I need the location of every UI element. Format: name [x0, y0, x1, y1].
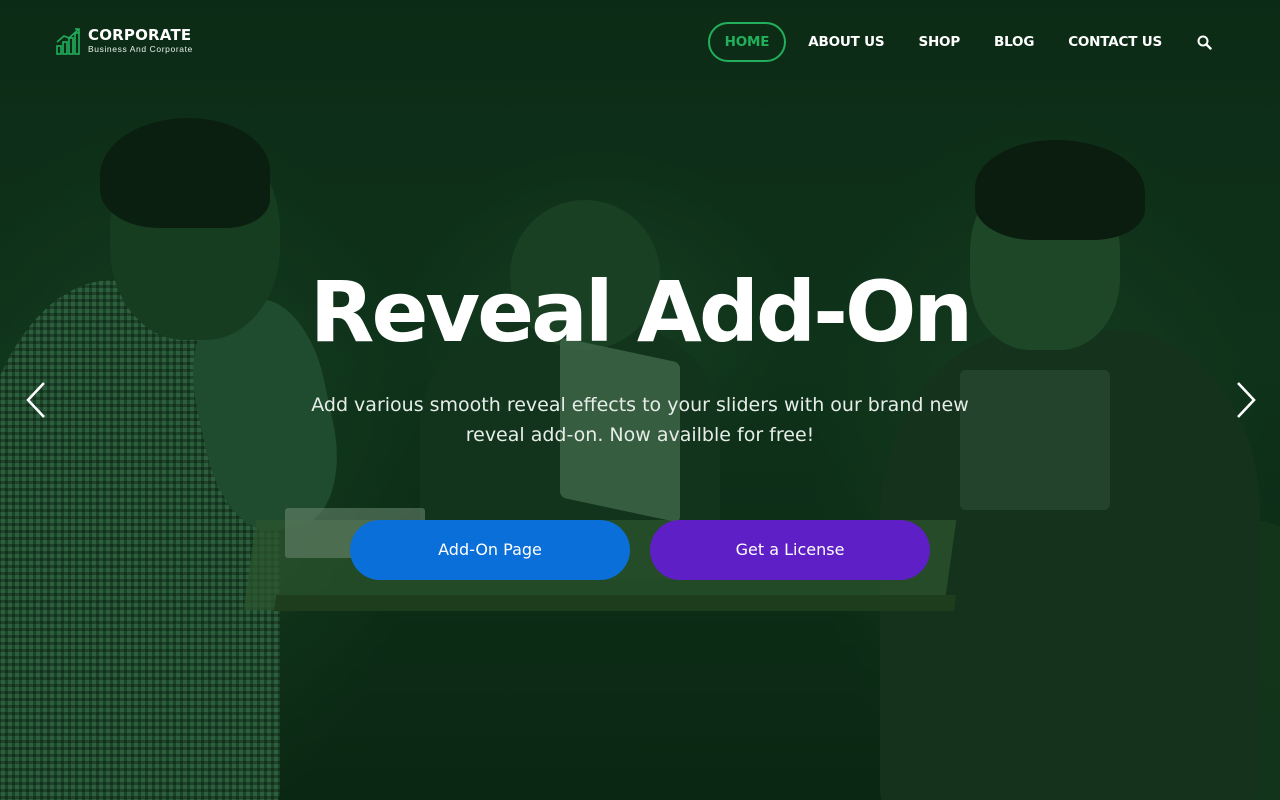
- nav-item-shop[interactable]: SHOP: [902, 22, 976, 62]
- slider-next-button[interactable]: [1226, 380, 1266, 420]
- main-nav: HOME ABOUT US SHOP BLOG CONTACT US: [706, 22, 1222, 62]
- nav-item-contact-us[interactable]: CONTACT US: [1052, 22, 1178, 62]
- bar-chart-logo-icon: [56, 28, 80, 55]
- get-license-button[interactable]: Get a License: [650, 520, 930, 580]
- nav-item-blog[interactable]: BLOG: [978, 22, 1050, 62]
- hero-headline: Reveal Add-On: [309, 263, 973, 361]
- chevron-right-icon: [1237, 382, 1256, 418]
- nav-item-home[interactable]: HOME: [707, 22, 787, 62]
- add-on-page-button[interactable]: Add-On Page: [350, 520, 630, 580]
- hero-subtitle: Add various smooth reveal effects to you…: [311, 394, 969, 446]
- slider-prev-button[interactable]: [16, 380, 56, 420]
- nav-item-about-us[interactable]: ABOUT US: [792, 22, 900, 62]
- brand-tagline: Business And Corporate: [88, 44, 193, 55]
- brand-logo[interactable]: CORPORATE Business And Corporate: [56, 26, 193, 56]
- search-button[interactable]: [1186, 22, 1222, 62]
- chevron-left-icon: [26, 382, 45, 418]
- brand-title: CORPORATE: [88, 26, 192, 45]
- search-icon: [1197, 35, 1212, 50]
